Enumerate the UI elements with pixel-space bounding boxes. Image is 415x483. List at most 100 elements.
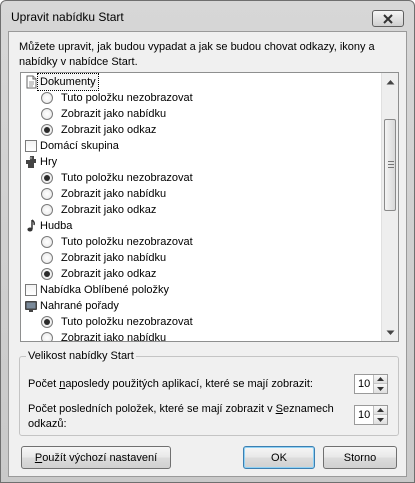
radio-button[interactable] <box>41 204 53 216</box>
checkbox[interactable] <box>25 284 37 296</box>
radio-button[interactable] <box>41 188 53 200</box>
radio-option-label[interactable]: Tuto položku nezobrazovat <box>61 170 193 186</box>
radio-option-label[interactable]: Zobrazit jako nabídku <box>61 106 166 122</box>
category-row-document: Dokumenty <box>21 73 381 91</box>
radio-button[interactable] <box>41 108 53 120</box>
reset-defaults-button[interactable]: Použít výchozí nastavení <box>21 446 171 469</box>
music-note-icon <box>24 219 38 233</box>
radio-button[interactable] <box>41 252 53 264</box>
document-icon <box>24 75 38 89</box>
thumb-grip-icon <box>388 164 394 165</box>
radio-option-row[interactable]: Zobrazit jako odkaz <box>21 122 381 138</box>
ok-label: OK <box>271 451 287 464</box>
checkbox[interactable] <box>25 140 37 152</box>
recent-items-label-accel: S <box>275 403 283 415</box>
dialog-title: Upravit nabídku Start <box>11 10 124 24</box>
radio-button[interactable] <box>41 236 53 248</box>
close-button[interactable] <box>372 10 404 27</box>
options-list-content: Dokumenty Tuto položku nezobrazovat Zobraz… <box>21 73 381 341</box>
radio-button[interactable] <box>41 124 53 136</box>
dialog-window: Upravit nabídku Start Můžete upravit, ja… <box>0 0 415 483</box>
checkbox-row[interactable]: Nabídka Oblíbené položky <box>21 282 381 298</box>
recent-apps-label-part: Počet <box>28 378 60 390</box>
category-row-music-note: Hudba <box>21 218 381 234</box>
intro-text: Můžete upravit, jak budou vypadat a jak … <box>19 40 399 70</box>
radio-option-row[interactable]: Zobrazit jako nabídku <box>21 330 381 341</box>
recent-items-label-line2: odkazů: <box>28 418 67 430</box>
radio-option-label[interactable]: Zobrazit jako odkaz <box>61 266 156 282</box>
recent-items-stepper[interactable]: 10 <box>354 405 388 425</box>
category-label: Hudba <box>40 220 73 232</box>
games-icon <box>24 155 38 169</box>
close-icon <box>383 13 393 24</box>
radio-button[interactable] <box>41 172 53 184</box>
title-bar[interactable]: Upravit nabídku Start <box>1 1 414 31</box>
radio-option-label[interactable]: Tuto položku nezobrazovat <box>61 90 193 106</box>
recent-apps-stepper[interactable]: 10 <box>354 374 388 394</box>
radio-option-row[interactable]: Zobrazit jako odkaz <box>21 202 381 218</box>
cancel-label: Storno <box>343 451 377 464</box>
radio-option-row[interactable]: Zobrazit jako nabídku <box>21 186 381 202</box>
reset-defaults-rest: oužít výchozí nastavení <box>42 451 158 464</box>
radio-option-row[interactable]: Zobrazit jako odkaz <box>21 266 381 282</box>
recent-items-value[interactable]: 10 <box>358 409 370 422</box>
recent-apps-label-part: aposledy použitých aplikací, které se ma… <box>65 378 313 390</box>
radio-button[interactable] <box>41 268 53 280</box>
radio-button[interactable] <box>41 316 53 328</box>
scroll-down-button[interactable] <box>382 324 398 341</box>
recent-items-label: Počet posledních položek, které se mají … <box>28 402 334 432</box>
radio-option-row[interactable]: Tuto položku nezobrazovat <box>21 170 381 186</box>
stepper-down-button[interactable] <box>374 415 387 424</box>
recent-apps-value[interactable]: 10 <box>358 378 370 391</box>
reset-defaults-label: Použít výchozí nastavení <box>35 452 157 464</box>
category-label: Dokumenty <box>37 73 99 91</box>
stepper-arrows <box>373 375 387 393</box>
category-label: Nahrané pořady <box>40 300 119 312</box>
radio-option-label[interactable]: Zobrazit jako odkaz <box>61 202 156 218</box>
arrow-down-icon <box>377 417 384 422</box>
radio-option-row[interactable]: Tuto položku nezobrazovat <box>21 234 381 250</box>
cancel-button[interactable]: Storno <box>323 446 397 469</box>
recent-items-label-part: Počet posledních položek, které se mají … <box>28 403 276 415</box>
vertical-scrollbar[interactable] <box>381 73 398 341</box>
radio-button[interactable] <box>41 92 53 104</box>
category-label: Hry <box>40 156 58 168</box>
arrow-up-icon <box>377 408 384 412</box>
stepper-down-button[interactable] <box>374 384 387 393</box>
radio-option-row[interactable]: Zobrazit jako nabídku <box>21 106 381 122</box>
start-menu-options-list[interactable]: Dokumenty Tuto položku nezobrazovat Zobraz… <box>20 72 399 342</box>
checkbox-label[interactable]: Nabídka Oblíbené položky <box>40 282 169 298</box>
radio-option-label[interactable]: Tuto položku nezobrazovat <box>61 234 193 250</box>
radio-option-label[interactable]: Tuto položku nezobrazovat <box>61 314 193 330</box>
radio-option-label[interactable]: Zobrazit jako nabídku <box>61 330 166 341</box>
checkbox-row[interactable]: Domácí skupina <box>21 138 381 154</box>
recorded-tv-icon <box>24 299 38 313</box>
arrow-up-icon <box>377 377 384 381</box>
intro-line-2: nabídky v nabídce Start. <box>19 56 138 68</box>
arrow-down-icon <box>377 386 384 391</box>
scroll-thumb[interactable] <box>384 119 396 211</box>
radio-option-label[interactable]: Zobrazit jako nabídku <box>61 250 166 266</box>
radio-option-row[interactable]: Zobrazit jako nabídku <box>21 250 381 266</box>
recent-items-label-part: eznamech <box>282 403 334 415</box>
scroll-up-button[interactable] <box>382 73 398 90</box>
category-row-games: Hry <box>21 154 381 170</box>
ok-button[interactable]: OK <box>243 446 315 469</box>
start-menu-size-group: Velikost nabídky Start Počet naposledy p… <box>19 349 399 436</box>
stepper-up-button[interactable] <box>374 406 387 415</box>
dialog-client-area: Můžete upravit, jak budou vypadat a jak … <box>8 31 407 477</box>
radio-option-label[interactable]: Zobrazit jako odkaz <box>61 122 156 138</box>
arrow-down-icon <box>386 330 395 335</box>
thumb-grip-icon <box>388 161 394 162</box>
group-title: Velikost nabídky Start <box>26 349 136 363</box>
radio-option-label[interactable]: Zobrazit jako nabídku <box>61 186 166 202</box>
radio-button[interactable] <box>41 332 53 341</box>
radio-option-row[interactable]: Tuto položku nezobrazovat <box>21 90 381 106</box>
stepper-up-button[interactable] <box>374 375 387 384</box>
intro-line-1: Můžete upravit, jak budou vypadat a jak … <box>19 41 375 53</box>
checkbox-label[interactable]: Domácí skupina <box>40 138 119 154</box>
radio-option-row[interactable]: Tuto položku nezobrazovat <box>21 314 381 330</box>
thumb-grip-icon <box>388 167 394 168</box>
recent-apps-label: Počet naposledy použitých aplikací, kter… <box>28 377 313 392</box>
stepper-arrows <box>373 406 387 424</box>
